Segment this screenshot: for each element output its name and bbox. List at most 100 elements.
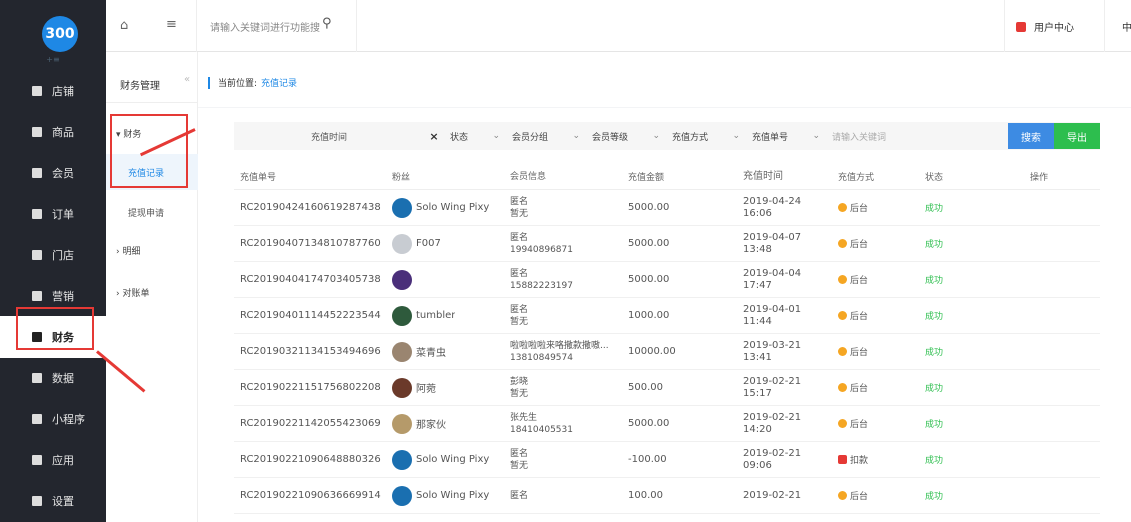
- submenu-group-statement[interactable]: › 对账单: [116, 286, 149, 299]
- member-group-select[interactable]: 会员分组 ⌄: [506, 122, 586, 150]
- sidebar-item[interactable]: 店铺: [0, 70, 106, 112]
- sidebar-collapse-icon[interactable]: +≡: [0, 55, 106, 67]
- table-row[interactable]: RC20190321134153494696 菜青虫 啦啦啦啦来咯撒款撒嗷... 13…: [234, 334, 1100, 370]
- status-badge: 成功: [925, 276, 944, 286]
- member-info: 匿名: [510, 490, 628, 502]
- status-badge: 成功: [925, 492, 944, 502]
- language-switch[interactable]: 中: [1122, 19, 1131, 34]
- member-level-select[interactable]: 会员等级 ⌄: [586, 122, 666, 150]
- table-row[interactable]: RC20190407134810787760 F007 匿名 19940896871 5…: [234, 226, 1100, 262]
- recharge-method-label: 后台: [850, 312, 869, 322]
- submenu-title: 财务管理: [120, 81, 160, 92]
- top-bar: ⌂ ≡ 请输入关键词进行功能搜 ⚲ 用户中心 中: [106, 0, 1131, 52]
- recharge-date: 2019-02-21: [743, 489, 802, 501]
- avatar: [392, 449, 412, 470]
- table-row[interactable]: RC20190221090636669914 Solo Wing Pixy 匿名 10…: [234, 478, 1100, 514]
- column-header: 充值金额: [628, 173, 665, 183]
- sidebar-item[interactable]: 应用: [0, 439, 106, 481]
- recharge-no: RC20190321134153494696: [240, 346, 381, 357]
- recharge-no: RC20190424160619287438: [240, 202, 381, 213]
- recharge-amount: 5000.00: [628, 202, 670, 213]
- status-badge: 成功: [925, 420, 944, 430]
- member-info: 匿名 暂无: [510, 304, 628, 328]
- recharge-date: 2019-04-24: [743, 195, 802, 207]
- status-select[interactable]: 状态 ⌄: [444, 122, 506, 150]
- member-icon: [32, 168, 42, 178]
- recharge-method: 后台: [838, 381, 925, 394]
- recharge-method: 后台: [838, 345, 925, 358]
- top-search-input[interactable]: 请输入关键词进行功能搜: [210, 19, 320, 34]
- recharge-amount: 5000.00: [628, 238, 670, 249]
- clear-date-icon[interactable]: ×: [424, 122, 444, 150]
- recharge-date: 2019-02-21: [743, 411, 802, 423]
- submenu-group-detail[interactable]: › 明细: [116, 244, 140, 257]
- fan-name: tumbler: [416, 310, 456, 321]
- recharge-method: 后台: [838, 273, 925, 286]
- member-info: 彭晓 暂无: [510, 376, 628, 400]
- column-header: 充值单号: [240, 173, 277, 183]
- backend-icon: [838, 203, 847, 212]
- export-button[interactable]: 导出: [1054, 123, 1100, 149]
- fan-cell: Solo Wing Pixy: [392, 485, 510, 506]
- app-logo[interactable]: 300: [42, 16, 78, 52]
- sidebar-item[interactable]: 商品: [0, 111, 106, 153]
- user-center-link[interactable]: 用户中心: [1016, 19, 1074, 34]
- member-name: 匿名: [510, 490, 529, 501]
- table-row[interactable]: RC20190404174703405738 匿名 15882223197 5000.…: [234, 262, 1100, 298]
- avatar: [392, 485, 412, 506]
- recharge-date: 2019-04-04: [743, 267, 802, 279]
- submenu-collapse-icon[interactable]: «: [184, 74, 190, 85]
- avatar: [392, 377, 412, 398]
- recharge-method: 后台: [838, 489, 925, 502]
- table-row[interactable]: RC20190221090648880326 Solo Wing Pixy 匿名 暂无…: [234, 442, 1100, 478]
- settings-icon: [32, 496, 42, 506]
- table-row[interactable]: RC20190221151756802208 阿菀 彭晓 暂无 500.00 2019-0…: [234, 370, 1100, 406]
- chevron-down-icon: ⌄: [652, 131, 660, 141]
- divider: [1004, 0, 1005, 52]
- sidebar-item-label: 商品: [52, 126, 74, 139]
- search-icon[interactable]: ⚲: [322, 16, 332, 31]
- breadcrumb-current[interactable]: 充值记录: [261, 76, 297, 89]
- recharge-clock: 13:41: [743, 351, 772, 363]
- date-range-picker[interactable]: 充值时间: [234, 122, 424, 150]
- member-info: 啦啦啦啦来咯撒款撒嗷... 13810849574: [510, 340, 628, 364]
- member-phone: 15882223197: [510, 280, 573, 291]
- backend-icon: [838, 491, 847, 500]
- recharge-clock: 11:44: [743, 315, 772, 327]
- sidebar-item[interactable]: 设置: [0, 480, 106, 522]
- chevron-down-icon: ⌄: [492, 131, 500, 141]
- status-badge: 成功: [925, 348, 944, 358]
- sidebar-item[interactable]: 订单: [0, 193, 106, 235]
- column-header: 充值时间: [743, 170, 783, 182]
- recharge-table: 充值单号 粉丝 会员信息 充值金额 充值时间 充值方式 状态 操作 RC2019…: [234, 164, 1100, 514]
- column-header: 会员信息: [510, 171, 547, 182]
- member-info: 匿名 暂无: [510, 196, 628, 220]
- search-button[interactable]: 搜索: [1008, 123, 1054, 149]
- chevron-down-icon: ⌄: [812, 131, 820, 141]
- recharge-clock: 13:48: [743, 243, 772, 255]
- menu-icon[interactable]: ≡: [166, 17, 180, 32]
- sidebar-item[interactable]: 会员: [0, 152, 106, 194]
- sidebar-item[interactable]: 数据: [0, 357, 106, 399]
- status-badge: 成功: [925, 204, 944, 214]
- submenu-item-withdraw[interactable]: 提现申请: [106, 194, 198, 230]
- fan-cell: [392, 269, 510, 290]
- sidebar-item[interactable]: 门店: [0, 234, 106, 276]
- table-row[interactable]: RC20190401114452223544 tumbler 匿名 暂无 1000.00…: [234, 298, 1100, 334]
- sidebar-item-label: 订单: [52, 208, 74, 221]
- keyword-input[interactable]: 请输入关键词: [826, 122, 996, 150]
- column-header: 充值方式: [838, 173, 875, 183]
- fan-name: Solo Wing Pixy: [416, 454, 490, 465]
- recharge-method-label: 后台: [850, 240, 869, 250]
- sidebar-item[interactable]: 小程序: [0, 398, 106, 440]
- recharge-amount: -100.00: [628, 454, 667, 465]
- fan-name: 阿菀: [416, 384, 436, 395]
- backend-icon: [838, 419, 847, 428]
- table-row[interactable]: RC20190221142055423069 那家伙 张先生 18410405531 5…: [234, 406, 1100, 442]
- recharge-method-select[interactable]: 充值方式 ⌄: [666, 122, 746, 150]
- table-row[interactable]: RC20190424160619287438 Solo Wing Pixy 匿名 暂无…: [234, 190, 1100, 226]
- recharge-no-select[interactable]: 充值单号 ⌄: [746, 122, 826, 150]
- member-name: 匿名: [510, 448, 529, 459]
- home-icon[interactable]: ⌂: [120, 18, 134, 33]
- backend-icon: [838, 275, 847, 284]
